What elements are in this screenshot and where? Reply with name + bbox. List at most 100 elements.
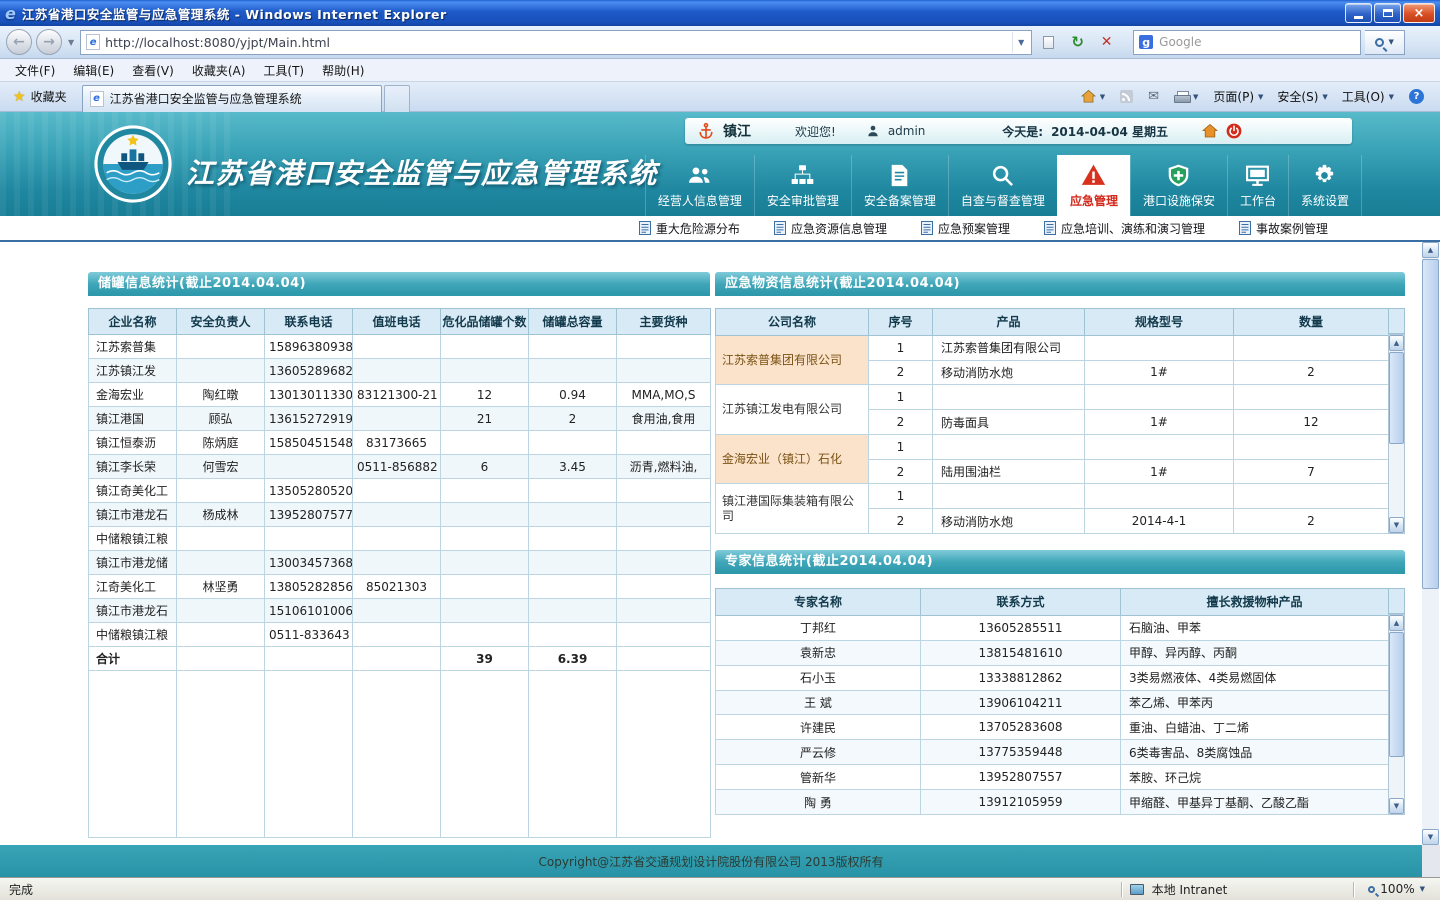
feeds-button[interactable] <box>1114 87 1139 106</box>
table-row[interactable]: 袁新忠13815481610甲醇、异丙醇、丙酮 <box>716 640 1389 665</box>
table-row[interactable]: 金海宏业陶红暾1301301133083121300-21120.94MMA,M… <box>89 383 711 407</box>
maximize-button[interactable] <box>1374 3 1401 23</box>
command-button[interactable]: 页面(P)▼ <box>1207 85 1269 108</box>
table-row[interactable]: 镇江恒泰沥陈炳庭1585045154883173665 <box>89 431 711 455</box>
page-scrollbar[interactable]: ▲ ▼ <box>1422 242 1439 845</box>
logout-button[interactable] <box>1226 123 1242 139</box>
command-button[interactable]: 工具(O)▼ <box>1336 85 1400 108</box>
anchor-icon <box>697 122 715 140</box>
scroll-down-button[interactable]: ▼ <box>1389 517 1404 533</box>
address-field[interactable]: e http://localhost:8080/yjpt/Main.html ▼ <box>80 30 1032 55</box>
scroll-track[interactable] <box>1389 758 1404 798</box>
nav-item[interactable]: 安全备案管理 <box>851 155 948 216</box>
menubar-item[interactable]: 收藏夹(A) <box>183 60 255 81</box>
table-row[interactable]: 管新华13952807557苯胺、环己烷 <box>716 765 1389 790</box>
table-row[interactable]: 石小玉133388128623类易燃液体、4类易燃固体 <box>716 665 1389 690</box>
address-input[interactable]: http://localhost:8080/yjpt/Main.html <box>105 35 1007 50</box>
new-tab-button[interactable] <box>384 85 410 112</box>
table-row[interactable]: 江苏镇江发13605289682 <box>89 359 711 383</box>
scroll-thumb[interactable] <box>1389 632 1404 757</box>
subnav-item[interactable]: 应急预案管理 <box>921 220 1010 237</box>
table-row[interactable]: 江苏索普集团有限公司1江苏索普集团有限公司 <box>716 335 1389 360</box>
company-cell: 江苏索普集团有限公司 <box>716 335 869 385</box>
table-row[interactable]: 镇江奇美化工13505280520 <box>89 479 711 503</box>
table-row[interactable]: 丁邦红13605285511石脑油、甲苯 <box>716 615 1389 640</box>
command-button[interactable]: 安全(S)▼ <box>1271 85 1333 108</box>
table-row[interactable]: 严云修137753594486类毒害品、8类腐蚀品 <box>716 740 1389 765</box>
forward-button[interactable]: → <box>36 29 62 55</box>
stop-button[interactable]: ✕ <box>1094 29 1119 55</box>
welcome-label: 欢迎您! <box>795 123 836 140</box>
read-mail-button[interactable]: ✉ <box>1142 86 1165 107</box>
table-row[interactable]: 许建民13705283608重油、白蜡油、丁二烯 <box>716 715 1389 740</box>
scroll-track[interactable] <box>1422 590 1439 829</box>
home-shortcut-button[interactable] <box>1202 123 1218 139</box>
menubar-item[interactable]: 查看(V) <box>123 60 183 81</box>
nav-item[interactable]: 经营人信息管理 <box>645 155 754 216</box>
table-row[interactable]: 镇江市港龙储13003457368 <box>89 551 711 575</box>
menubar-item[interactable]: 编辑(E) <box>64 60 123 81</box>
table-row[interactable]: 江苏镇江发电有限公司1 <box>716 385 1389 410</box>
recent-pages-dropdown[interactable]: ▼ <box>66 38 76 47</box>
address-dropdown-button[interactable]: ▼ <box>1012 32 1029 53</box>
print-button[interactable]: ▼ <box>1168 88 1204 106</box>
scroll-up-button[interactable]: ▲ <box>1422 242 1439 258</box>
table-row[interactable]: 镇江市港龙石15106101006 <box>89 599 711 623</box>
computer-icon <box>1130 884 1144 895</box>
search-input[interactable]: Google <box>1159 35 1355 49</box>
home-icon <box>1081 89 1096 104</box>
menubar-item[interactable]: 工具(T) <box>254 60 313 81</box>
table-row[interactable]: 镇江港国顾弘13615272919212食用油,食用 <box>89 407 711 431</box>
scroll-down-button[interactable]: ▼ <box>1422 829 1439 845</box>
refresh-button[interactable]: ↻ <box>1065 29 1090 55</box>
supplies-header-row: 公司名称序号产品规格型号数量 <box>716 309 1389 336</box>
home-button[interactable]: ▼ <box>1075 86 1111 107</box>
back-button[interactable]: ← <box>6 29 32 55</box>
search-box[interactable]: g Google <box>1133 30 1361 55</box>
supplies-scrollbar[interactable]: ▲ ▼ <box>1388 334 1405 534</box>
table-row[interactable]: 中储粮镇江粮 <box>89 527 711 551</box>
nav-item[interactable]: 港口设施保安 <box>1130 155 1227 216</box>
scroll-track[interactable] <box>1389 445 1404 517</box>
favorites-button[interactable]: ★ 收藏夹 <box>4 85 76 108</box>
menubar: 文件(F)编辑(E)查看(V)收藏夹(A)工具(T)帮助(H) <box>0 59 1440 82</box>
compatibility-view-button[interactable] <box>1036 29 1061 55</box>
nav-item[interactable]: 应急管理 <box>1057 155 1130 216</box>
tank-header-row: 企业名称安全负责人联系电话值班电话危化品储罐个数储罐总容量主要货种 <box>89 309 711 335</box>
subnav-item[interactable]: 应急培训、演练和演习管理 <box>1044 220 1205 237</box>
nav-item[interactable]: 安全审批管理 <box>754 155 851 216</box>
scroll-down-button[interactable]: ▼ <box>1389 798 1404 814</box>
search-button[interactable]: ▼ <box>1365 30 1405 55</box>
scroll-up-button[interactable]: ▲ <box>1389 615 1404 631</box>
table-row[interactable]: 金海宏业（镇江）石化1 <box>716 434 1389 459</box>
nav-item[interactable]: 系统设置 <box>1288 155 1362 216</box>
subnav-item[interactable]: 事故案例管理 <box>1239 220 1328 237</box>
page-tab[interactable]: e 江苏省港口安全监管与应急管理系统 <box>82 85 382 112</box>
subnav-item[interactable]: 重大危险源分布 <box>639 220 740 237</box>
help-button[interactable]: ? <box>1403 86 1430 107</box>
table-row[interactable]: 镇江市港龙石杨成林13952807577 <box>89 503 711 527</box>
scroll-thumb[interactable] <box>1389 352 1404 444</box>
table-row[interactable]: 中储粮镇江粮0511-833643 <box>89 623 711 647</box>
menubar-item[interactable]: 文件(F) <box>6 60 64 81</box>
table-row[interactable]: 江奇美化工林坚勇1380528285685021303 <box>89 575 711 599</box>
page-icon: e <box>86 34 100 50</box>
table-row[interactable]: 王 斌13906104211苯乙烯、甲苯丙 <box>716 690 1389 715</box>
status-bar: 完成 本地 Intranet 100% ▼ <box>0 877 1440 900</box>
table-row[interactable]: 江苏索普集15896380938 <box>89 335 711 359</box>
subnav-item[interactable]: 应急资源信息管理 <box>774 220 887 237</box>
table-row[interactable]: 镇江港国际集装箱有限公司1 <box>716 484 1389 509</box>
experts-scrollbar[interactable]: ▲ ▼ <box>1388 614 1405 815</box>
scroll-thumb[interactable] <box>1422 259 1439 589</box>
close-button[interactable]: × <box>1403 3 1435 23</box>
table-row[interactable]: 镇江李长荣何雪宏0511-85688263.45沥青,燃料油, <box>89 455 711 479</box>
nav-item[interactable]: 自查与督查管理 <box>948 155 1057 216</box>
table-row[interactable]: 陶 勇13912105959甲缩醛、甲基异丁基酮、乙酸乙酯 <box>716 790 1389 815</box>
zoom-control[interactable]: 100% ▼ <box>1362 881 1431 897</box>
scroll-up-button[interactable]: ▲ <box>1389 335 1404 351</box>
menubar-item[interactable]: 帮助(H) <box>313 60 373 81</box>
minimize-button[interactable] <box>1345 3 1372 23</box>
nav-item[interactable]: 工作台 <box>1227 155 1288 216</box>
power-icon <box>1226 123 1242 139</box>
help-icon: ? <box>1409 89 1424 104</box>
